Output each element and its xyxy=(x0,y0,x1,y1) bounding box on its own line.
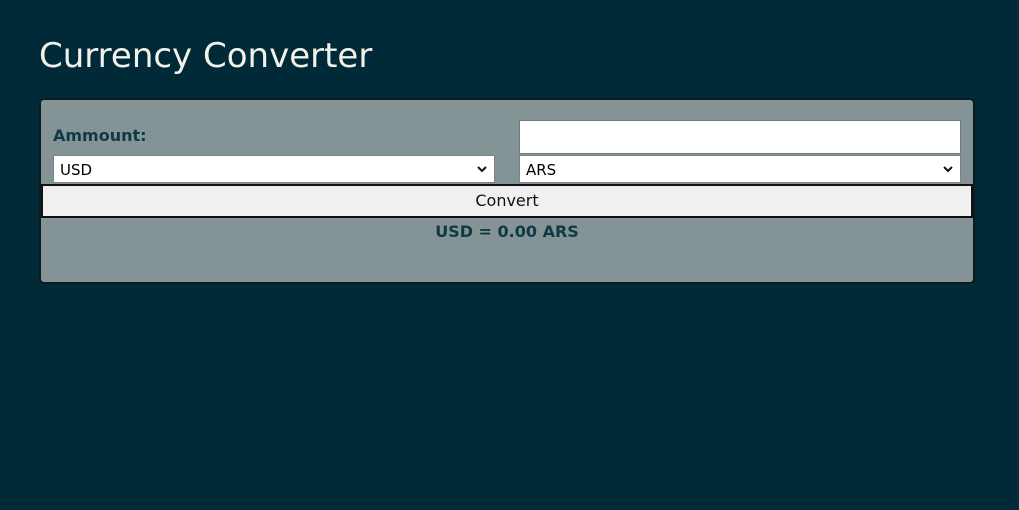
converter-card: Ammount: USD ARS Convert USD = 0.00 ARS xyxy=(39,98,975,284)
page-title: Currency Converter xyxy=(39,36,373,76)
chevron-down-icon xyxy=(943,166,953,173)
conversion-result: USD = 0.00 ARS xyxy=(435,222,579,241)
amount-label: Ammount: xyxy=(53,126,147,145)
to-currency-value: ARS xyxy=(526,161,557,179)
to-currency-select[interactable]: ARS xyxy=(519,155,961,183)
convert-button[interactable]: Convert xyxy=(41,184,973,218)
from-currency-select[interactable]: USD xyxy=(53,155,495,183)
from-currency-value: USD xyxy=(60,161,93,179)
amount-input[interactable] xyxy=(519,120,961,154)
chevron-down-icon xyxy=(477,166,487,173)
